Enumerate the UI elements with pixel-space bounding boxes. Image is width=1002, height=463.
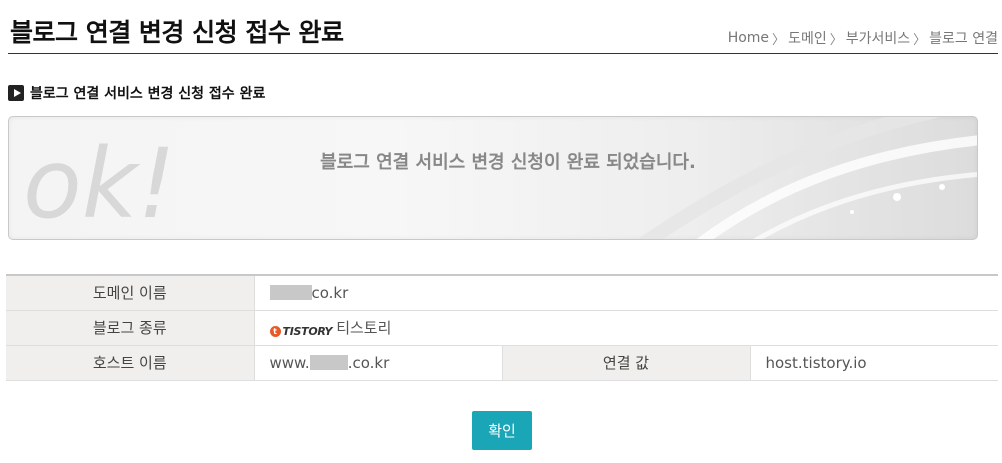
section-title: 블로그 연결 서비스 변경 신청 접수 완료 xyxy=(8,83,265,103)
chevron-right-icon: 〉 xyxy=(772,32,786,48)
breadcrumb: Home 〉 도메인 〉 부가서비스 〉 블로그 연결 xyxy=(728,28,998,48)
info-table: 도메인 이름 co.kr 블로그 종류 t TISTORY 티스토리 호스트 이름… xyxy=(6,274,999,381)
play-icon xyxy=(8,85,24,101)
host-label: 호스트 이름 xyxy=(6,345,255,381)
table-row-blog-type: 블로그 종류 t TISTORY 티스토리 xyxy=(6,310,999,346)
confirm-button[interactable]: 확인 xyxy=(472,411,532,450)
host-prefix: www. xyxy=(269,353,310,372)
tistory-logo-icon: t TISTORY xyxy=(269,325,333,338)
masked-text xyxy=(269,284,312,300)
breadcrumb-blog-link: 블로그 연결 xyxy=(929,31,998,47)
host-suffix: .co.kr xyxy=(347,353,390,372)
link-value: host.tistory.io xyxy=(750,345,999,381)
blog-type-text: 티스토리 xyxy=(336,318,392,337)
section-title-text: 블로그 연결 서비스 변경 신청 접수 완료 xyxy=(30,86,266,102)
link-value-label: 연결 값 xyxy=(502,345,751,381)
domain-value: co.kr xyxy=(254,275,999,311)
breadcrumb-home[interactable]: Home xyxy=(728,30,769,46)
table-row-domain: 도메인 이름 co.kr xyxy=(6,275,999,311)
masked-text xyxy=(309,354,348,370)
table-row-host: 호스트 이름 www. .co.kr 연결 값 host.tistory.io xyxy=(6,345,999,381)
banner-message: 블로그 연결 서비스 변경 신청이 완료 되었습니다. xyxy=(320,152,696,173)
chevron-right-icon: 〉 xyxy=(913,32,927,48)
host-value: www. .co.kr xyxy=(254,345,503,381)
domain-label: 도메인 이름 xyxy=(6,275,255,311)
breadcrumb-addon-services[interactable]: 부가서비스 xyxy=(846,28,910,48)
banner-swoosh-decoration xyxy=(637,117,977,239)
page-title: 블로그 연결 변경 신청 접수 완료 xyxy=(10,18,344,47)
page: 블로그 연결 변경 신청 접수 완료 Home 〉 도메인 〉 부가서비스 〉 … xyxy=(0,0,1002,463)
chevron-right-icon: 〉 xyxy=(829,32,843,48)
page-header: 블로그 연결 변경 신청 접수 완료 Home 〉 도메인 〉 부가서비스 〉 … xyxy=(8,0,998,54)
blog-type-label: 블로그 종류 xyxy=(6,310,255,346)
domain-suffix: co.kr xyxy=(311,283,349,302)
blog-type-value: t TISTORY 티스토리 xyxy=(254,310,999,346)
tistory-dot-icon: t xyxy=(269,326,281,338)
breadcrumb-domain[interactable]: 도메인 xyxy=(788,28,827,48)
success-banner: ok! 블로그 연결 서비스 변경 신청이 완료 되었습니다. xyxy=(8,116,978,240)
